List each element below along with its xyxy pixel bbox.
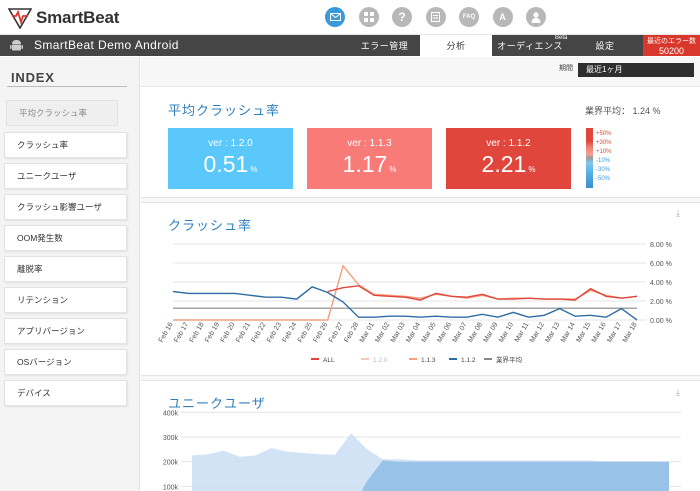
- period-label: 期間: [559, 65, 573, 72]
- list-icon[interactable]: [425, 7, 446, 27]
- recent-errors-label: 最近のエラー数: [647, 38, 696, 45]
- y-tick-label: 400k: [163, 410, 179, 417]
- avg-crash-title: 平均クラッシュ率: [168, 103, 281, 118]
- beta-badge: Beta: [555, 35, 568, 41]
- sidebar-item-os-version[interactable]: OSバージョン: [4, 349, 127, 375]
- y-tick-label: 100k: [163, 484, 179, 491]
- legend-label: 1.1.3: [421, 357, 436, 364]
- card-version: ver : 1.1.3: [347, 138, 392, 149]
- legend-label: 業界平均: [496, 355, 523, 364]
- tab-error-management[interactable]: エラー管理: [352, 35, 417, 56]
- y-tick-label: 0.00 %: [650, 318, 672, 325]
- app-nav-bar: SmartBeat Demo Android エラー管理 分析 オーディエンス …: [0, 35, 700, 56]
- grid-icon[interactable]: [358, 7, 379, 27]
- y-tick-label: 200k: [163, 460, 179, 467]
- legend-label: 1.2.0: [373, 357, 388, 364]
- sidebar-item-unique-users[interactable]: ユニークユーザ: [4, 163, 127, 189]
- user-icon[interactable]: [526, 7, 546, 27]
- card-value: 0.51: [203, 151, 249, 177]
- card-value: 2.21: [481, 151, 527, 177]
- sidebar: INDEX 平均クラッシュ率 クラッシュ率 ユニークユーザ クラッシュ影響ユーザ…: [0, 57, 140, 491]
- recent-errors-badge[interactable]: 最近のエラー数 50200: [643, 35, 700, 56]
- logo-icon: [8, 8, 32, 29]
- y-tick-label: 8.00 %: [650, 242, 672, 249]
- scale-label: -30%: [596, 167, 611, 173]
- scale-label: +50%: [596, 131, 612, 137]
- card-version: ver : 1.2.0: [208, 138, 253, 149]
- scale-label: -50%: [596, 176, 611, 182]
- version-card-1-2-0[interactable]: ver : 1.2.0 0.51%: [168, 128, 293, 189]
- series-line-1.1.2: [172, 286, 638, 321]
- tab-settings[interactable]: 設定: [570, 35, 640, 56]
- sidebar-item-retention[interactable]: リテンション: [4, 287, 127, 313]
- x-tick-label: Mar 10: [498, 321, 515, 343]
- sidebar-item-device[interactable]: デバイス: [4, 380, 127, 406]
- logo[interactable]: SmartBeat: [8, 6, 119, 30]
- y-tick-label: 4.00 %: [650, 280, 672, 287]
- y-tick-label: 300k: [163, 435, 179, 442]
- card-unit: %: [250, 165, 258, 174]
- mail-icon[interactable]: [325, 7, 345, 27]
- sidebar-item-oom[interactable]: OOM発生数: [4, 225, 127, 251]
- card-value: 1.17: [342, 151, 388, 177]
- version-card-1-1-2[interactable]: ver : 1.1.2 2.21%: [446, 128, 571, 189]
- series-line-ALL: [327, 285, 638, 301]
- version-card-1-1-3[interactable]: ver : 1.1.3 1.17%: [307, 128, 432, 189]
- legend-label: 1.1.2: [461, 357, 476, 364]
- scale-label: +10%: [596, 149, 612, 155]
- period-select[interactable]: 最近1ヶ月: [578, 63, 694, 77]
- industry-average: 業界平均： 1.24 %: [585, 106, 661, 116]
- faq-icon[interactable]: FAQ: [459, 7, 479, 27]
- scale-label: -10%: [596, 158, 611, 164]
- x-tick-label: Mar 18: [622, 321, 639, 343]
- legend-label: ALL: [323, 357, 335, 364]
- app-name[interactable]: SmartBeat Demo Android: [34, 38, 179, 52]
- recent-errors-value: 50200: [658, 46, 685, 56]
- unique-users-chart: 100k 200k 300k 400k: [163, 410, 681, 491]
- y-tick-label: 2.00 %: [650, 299, 672, 306]
- brand-name: SmartBeat: [36, 8, 120, 27]
- top-bar: SmartBeat ? FAQ A: [0, 0, 700, 35]
- translate-icon[interactable]: A: [492, 7, 513, 27]
- index-divider: [7, 86, 127, 87]
- help-icon[interactable]: ?: [392, 7, 412, 27]
- index-heading: INDEX: [11, 70, 55, 85]
- sidebar-item-crash-affected[interactable]: クラッシュ影響ユーザ: [4, 194, 127, 220]
- scale-label: +30%: [596, 140, 612, 146]
- sidebar-item-churn[interactable]: 離脱率: [4, 256, 127, 282]
- y-tick-label: 6.00 %: [650, 261, 672, 268]
- card-unit: %: [389, 165, 397, 174]
- scale-legend-bar: [586, 128, 593, 188]
- card-version: ver : 1.1.2: [486, 138, 531, 149]
- crash-rate-chart: 0.00 %2.00 %4.00 %6.00 %8.00 %Feb 16Feb …: [158, 242, 672, 364]
- sidebar-item-crash-rate[interactable]: クラッシュ率: [4, 132, 127, 158]
- sidebar-item-avg-crash[interactable]: 平均クラッシュ率: [6, 100, 118, 126]
- card-unit: %: [528, 165, 536, 174]
- sidebar-item-app-version[interactable]: アプリバージョン: [4, 318, 127, 344]
- tab-analysis[interactable]: 分析: [420, 35, 492, 56]
- android-icon: [10, 40, 23, 51]
